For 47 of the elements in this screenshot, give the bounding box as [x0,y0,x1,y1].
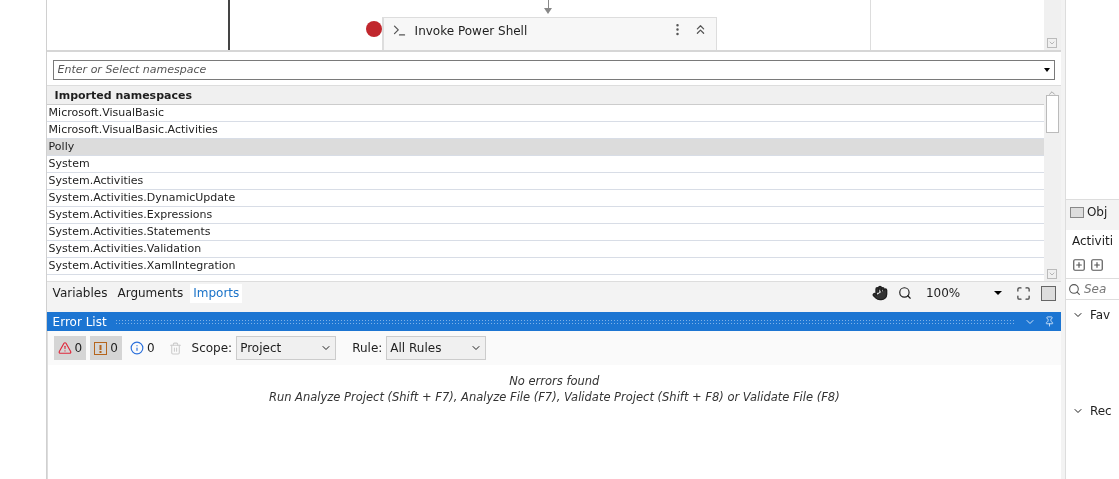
dropdown-arrow-icon [993,291,1002,295]
rule-dropdown[interactable]: All Rules [386,336,487,360]
search-field[interactable]: Sea [1065,278,1119,300]
activity-card[interactable]: Invoke Power Shell [381,17,717,50]
namespace-row[interactable]: System.Activities.XamlIntegration [46,258,1044,275]
zoom-icon[interactable] [897,286,912,300]
scrollbar[interactable] [1043,0,1061,50]
zoom-dropdown[interactable]: 100% [925,284,1002,302]
filter-toggle[interactable]: 0 [53,336,87,360]
info-icon [129,341,144,355]
namespace-row[interactable]: System.Activities.Statements [46,224,1044,241]
designer-tab[interactable]: Imports [190,283,243,303]
scroll-up-icon[interactable] [1047,88,1058,98]
pin-icon[interactable] [1043,316,1055,327]
namespace-row[interactable]: System.Activities [46,173,1044,190]
overview-icon[interactable] [1040,285,1056,301]
hand-icon[interactable] [871,285,888,301]
shortcut-hint: Run Analyze Project (Shift + F7), Analyze File (F7), Validate Project (Shift + F8) or Validate File (F8) [268,389,840,405]
scroll-thumb[interactable] [1045,94,1059,133]
filter-toggle[interactable]: 0 [90,336,122,360]
warning-triangle-icon [57,341,72,355]
scope-label: Scope: [191,340,233,357]
empty-message: No errors found [509,373,600,389]
namespace-row[interactable]: Microsoft.VisualBasic.Activities [46,122,1044,139]
scope-dropdown[interactable]: Project [236,336,337,360]
namespace-row[interactable]: System [46,156,1044,173]
namespace-row[interactable]: Polly [46,139,1044,156]
terminal-icon [391,23,407,38]
designer-tab[interactable]: Arguments [114,283,187,303]
column-header[interactable]: Imported namespaces [46,86,1044,105]
section-header[interactable]: Rec [1065,402,1119,420]
designer-tab[interactable]: Variables [49,283,111,303]
namespace-row[interactable]: System.Activities.Expressions [46,207,1044,224]
filter-toggle[interactable]: 0 [125,336,159,360]
namespace-row[interactable]: System.Activities.Validation [46,241,1044,258]
fit-to-screen-icon[interactable] [1015,285,1031,301]
expand-all-icon[interactable] [1071,258,1086,272]
dropdown-arrow-icon[interactable] [1043,68,1050,72]
activity-title: Invoke Power Shell [414,23,529,40]
namespace-row[interactable]: Microsoft.VisualBasic [46,105,1044,122]
exclamation-square-icon [94,341,108,355]
panel-title: Activiti [1070,233,1114,250]
section-header[interactable]: Fav [1065,306,1119,324]
namespace-row[interactable]: System.Activities.DynamicUpdate [46,190,1044,207]
search-icon [1067,282,1081,296]
rule-label: Rule: [352,340,383,357]
panel-title: Error List [52,313,107,331]
